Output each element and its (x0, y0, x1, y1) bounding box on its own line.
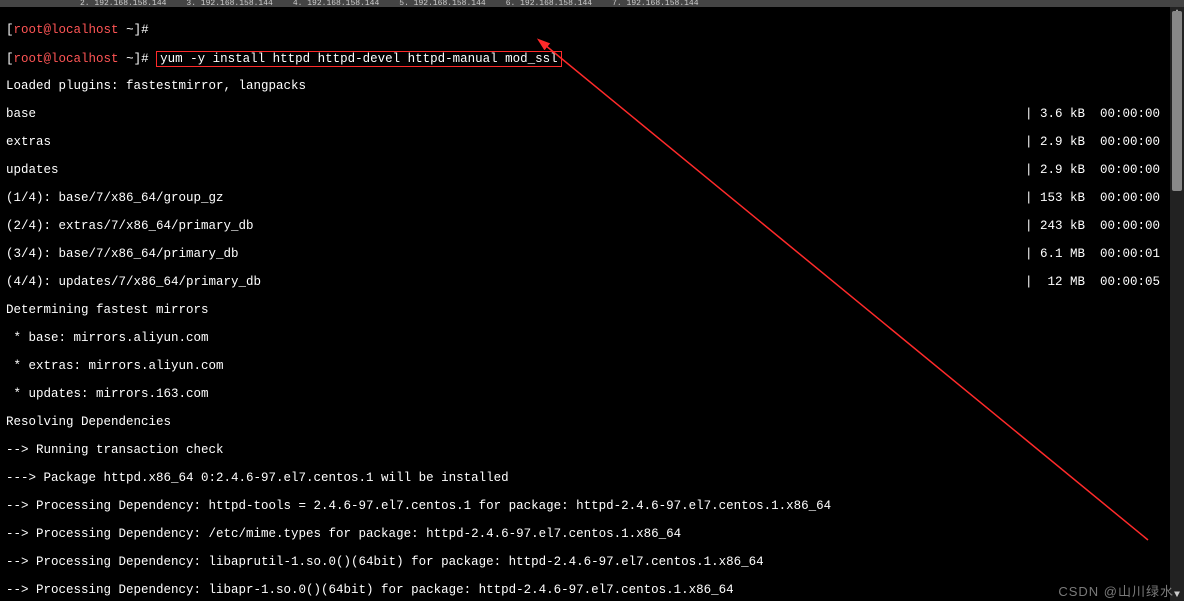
prompt-line: [root@localhost ~]# (6, 23, 1178, 37)
output-line: * updates: mirrors.163.com (6, 387, 1178, 401)
output-line: * base: mirrors.aliyun.com (6, 331, 1178, 345)
output-line: --> Processing Dependency: libapr-1.so.0… (6, 583, 1178, 597)
terminal-output[interactable]: [root@localhost ~]# [root@localhost ~]# … (0, 7, 1184, 601)
tab[interactable]: 4. 192.168.158.144 (293, 0, 379, 7)
output-line: ---> Package httpd.x86_64 0:2.4.6-97.el7… (6, 471, 1178, 485)
prompt-user: root (14, 23, 44, 37)
tab[interactable]: 7. 192.168.158.144 (612, 0, 698, 7)
output-line: Resolving Dependencies (6, 415, 1178, 429)
output-line: (1/4): base/7/x86_64/group_gz| 153 kB 00… (6, 191, 1178, 205)
output-line: --> Processing Dependency: libaprutil-1.… (6, 555, 1178, 569)
output-line: (4/4): updates/7/x86_64/primary_db| 12 M… (6, 275, 1178, 289)
highlighted-command: yum -y install httpd httpd-devel httpd-m… (156, 51, 562, 67)
output-line: updates| 2.9 kB 00:00:00 (6, 163, 1178, 177)
watermark: CSDN @山川绿水 (1058, 585, 1174, 599)
tab[interactable]: 6. 192.168.158.144 (506, 0, 592, 7)
output-line: --> Running transaction check (6, 443, 1178, 457)
output-line: --> Processing Dependency: httpd-tools =… (6, 499, 1178, 513)
output-line: extras| 2.9 kB 00:00:00 (6, 135, 1178, 149)
output-line: Determining fastest mirrors (6, 303, 1178, 317)
prompt-host: localhost (51, 23, 119, 37)
output-line: (2/4): extras/7/x86_64/primary_db| 243 k… (6, 219, 1178, 233)
tab-bar[interactable]: 2. 192.168.158.144 3. 192.168.158.144 4.… (0, 0, 1184, 7)
output-line: * extras: mirrors.aliyun.com (6, 359, 1178, 373)
scrollbar-thumb[interactable] (1172, 11, 1182, 191)
output-line: --> Processing Dependency: /etc/mime.typ… (6, 527, 1178, 541)
output-line: base| 3.6 kB 00:00:00 (6, 107, 1178, 121)
output-line: Loaded plugins: fastestmirror, langpacks (6, 79, 1178, 93)
tab[interactable]: 5. 192.168.158.144 (399, 0, 485, 7)
vertical-scrollbar[interactable]: ▲ ▼ (1170, 7, 1184, 601)
tab[interactable]: 3. 192.168.158.144 (186, 0, 272, 7)
tab[interactable]: 2. 192.168.158.144 (80, 0, 166, 7)
output-line: (3/4): base/7/x86_64/primary_db| 6.1 MB … (6, 247, 1178, 261)
command-line: [root@localhost ~]# yum -y install httpd… (6, 51, 1178, 65)
